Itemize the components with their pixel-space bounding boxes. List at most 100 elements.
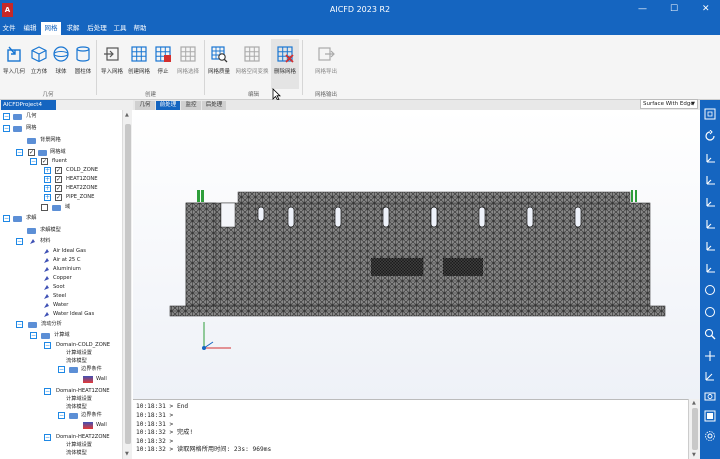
background-color-icon[interactable]	[704, 410, 716, 422]
view-y-axis-icon[interactable]	[704, 174, 716, 186]
rotate-view-icon[interactable]	[704, 130, 716, 142]
expand-icon[interactable]: +	[44, 167, 51, 174]
scroll-down-icon[interactable]: ▼	[692, 452, 696, 458]
tree-item[interactable]: 边界条件	[81, 365, 102, 374]
tree-item[interactable]: 边界条件	[81, 411, 102, 420]
mesh-transform-button[interactable]: 网格空间变换	[234, 45, 270, 85]
tab-monitor[interactable]: 监控	[181, 101, 201, 110]
3d-viewport[interactable]	[133, 110, 700, 399]
axis-toggle-icon[interactable]	[704, 370, 716, 382]
tree-item[interactable]: 几何	[26, 112, 36, 121]
fit-view-icon[interactable]	[704, 108, 716, 120]
rotate-neg-90-icon[interactable]	[704, 306, 716, 318]
expand-icon[interactable]: −	[44, 342, 51, 349]
zoom-icon[interactable]	[704, 328, 716, 340]
minimize-icon[interactable]: —	[638, 4, 647, 14]
mesh-export-button[interactable]: 网格导出	[310, 45, 342, 85]
expand-icon[interactable]: +	[44, 194, 51, 201]
tree-item[interactable]: 计算域	[54, 331, 70, 340]
tree-item[interactable]: 流体模型	[66, 449, 87, 458]
import-geometry-button[interactable]: 导入几何	[2, 45, 26, 85]
sphere-button[interactable]: 球体	[51, 45, 71, 85]
tree-item[interactable]: 材料	[40, 237, 50, 246]
expand-icon[interactable]: −	[44, 434, 51, 441]
tree-item[interactable]: 背景网格	[40, 136, 61, 145]
settings-icon[interactable]	[704, 430, 716, 442]
screenshot-icon[interactable]	[704, 390, 716, 402]
import-mesh-button[interactable]: 导入网格	[99, 45, 125, 85]
view-neg-x-axis-icon[interactable]	[704, 218, 716, 230]
tree-item[interactable]: Water	[53, 301, 68, 310]
expand-icon[interactable]: −	[3, 125, 10, 132]
expand-icon[interactable]: −	[16, 238, 23, 245]
expand-icon[interactable]: −	[44, 388, 51, 395]
tree-item[interactable]: Steel	[53, 292, 66, 301]
close-icon[interactable]: ✕	[702, 4, 710, 14]
tree-item[interactable]: Water Ideal Gas	[53, 310, 94, 319]
menu-help[interactable]: 帮助	[131, 22, 149, 35]
tree-item[interactable]: Copper	[53, 274, 72, 283]
tree-item[interactable]: Air Ideal Gas	[53, 247, 86, 256]
rotate-90-icon[interactable]	[704, 284, 716, 296]
tab-geometry[interactable]: 几何	[135, 101, 155, 110]
tree-item[interactable]: 网格域	[50, 148, 66, 157]
tree-item[interactable]: fluent	[52, 157, 67, 166]
tree-item[interactable]: Wall	[96, 421, 107, 430]
expand-icon[interactable]: +	[44, 176, 51, 183]
checkbox[interactable]: ✓	[55, 167, 62, 174]
project-tab[interactable]: AICFDProject4	[1, 100, 56, 110]
expand-icon[interactable]: −	[16, 149, 23, 156]
scrollbar-thumb[interactable]	[692, 408, 698, 450]
delete-mesh-button[interactable]: 删除网格	[271, 39, 299, 89]
console-scrollbar[interactable]: ▲ ▼	[688, 399, 700, 459]
tree-item[interactable]: Aluminium	[53, 265, 81, 274]
checkbox[interactable]: ✓	[55, 176, 62, 183]
pan-icon[interactable]	[704, 350, 716, 362]
checkbox[interactable]: ✓	[55, 185, 62, 192]
checkbox[interactable]	[41, 204, 48, 211]
tree-item[interactable]: 网格	[26, 124, 36, 133]
expand-icon[interactable]: −	[30, 332, 37, 339]
expand-icon[interactable]: −	[58, 366, 65, 373]
tree-item[interactable]: 求解	[26, 214, 36, 223]
tree-item[interactable]: 流动分析	[41, 320, 62, 329]
menu-postprocess[interactable]: 后处理	[85, 22, 109, 35]
tree-item[interactable]: Wall	[96, 375, 107, 384]
tree-item[interactable]: 域	[65, 203, 70, 212]
menu-solve[interactable]: 求解	[63, 22, 83, 35]
tree-item[interactable]: COLD_ZONE	[66, 166, 98, 175]
tree-item[interactable]: Soot	[53, 283, 65, 292]
maximize-icon[interactable]: ☐	[670, 4, 678, 14]
tree-item[interactable]: Air at 25 C	[53, 256, 81, 265]
scrollbar-thumb[interactable]	[125, 124, 131, 444]
tree-item[interactable]: HEAT2ZONE	[66, 184, 98, 193]
expand-icon[interactable]: −	[30, 158, 37, 165]
checkbox[interactable]: ✓	[41, 158, 48, 165]
expand-icon[interactable]: −	[3, 113, 10, 120]
view-z-axis-icon[interactable]	[704, 196, 716, 208]
display-mode-select[interactable]: Surface With Edge ▼	[640, 99, 698, 109]
mesh-quality-button[interactable]: 网格质量	[206, 45, 232, 85]
tree-item[interactable]: 求解模型	[40, 226, 61, 235]
tab-postprocess[interactable]: 后处理	[202, 101, 226, 110]
scroll-down-icon[interactable]: ▼	[125, 451, 129, 457]
tree-item[interactable]: PIPE_ZONE	[66, 193, 94, 202]
stop-button[interactable]: 停止	[153, 45, 173, 85]
scroll-up-icon[interactable]: ▲	[125, 112, 129, 118]
mesh-select-button[interactable]: 网格选择	[175, 45, 201, 85]
cube-button[interactable]: 立方体	[28, 45, 50, 85]
expand-icon[interactable]: −	[3, 215, 10, 222]
menu-mesh[interactable]: 网格	[41, 22, 61, 35]
view-x-axis-icon[interactable]	[704, 152, 716, 164]
view-neg-y-axis-icon[interactable]	[704, 240, 716, 252]
expand-icon[interactable]: −	[58, 412, 65, 419]
tree-scrollbar[interactable]: ▲ ▼	[122, 110, 132, 459]
create-mesh-button[interactable]: 创建网格	[126, 45, 152, 85]
expand-icon[interactable]: +	[44, 185, 51, 192]
scroll-up-icon[interactable]: ▲	[692, 400, 696, 406]
menu-file[interactable]: 文件	[0, 22, 18, 35]
view-neg-z-axis-icon[interactable]	[704, 262, 716, 274]
menu-edit[interactable]: 编辑	[20, 22, 40, 35]
checkbox[interactable]: ✓	[28, 149, 35, 156]
expand-icon[interactable]: −	[16, 321, 23, 328]
